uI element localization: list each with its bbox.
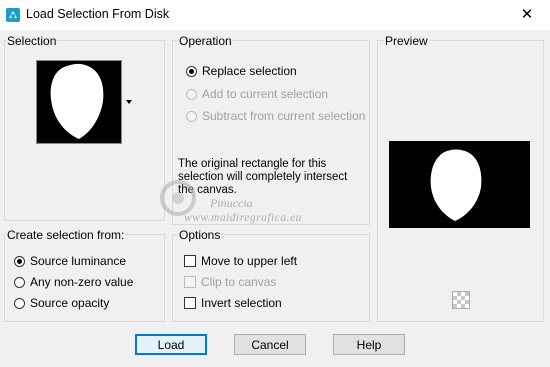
create-from-group-label: Create selection from:	[6, 228, 126, 242]
close-icon: ✕	[520, 6, 534, 23]
radio-add-to-selection[interactable]: Add to current selection	[186, 87, 328, 101]
close-button[interactable]: ✕	[504, 0, 550, 30]
selection-thumbnail[interactable]	[36, 60, 122, 144]
info-line: selection will completely intersect	[178, 171, 348, 183]
options-group-label: Options	[178, 228, 222, 242]
radio-label: Replace selection	[202, 64, 297, 78]
checkbox-indicator	[184, 276, 196, 288]
radio-label: Any non-zero value	[30, 275, 134, 289]
radio-indicator	[186, 88, 197, 100]
preview-image	[389, 141, 530, 228]
radio-source-opacity[interactable]: Source opacity	[14, 296, 109, 310]
checkbox-indicator	[184, 297, 196, 309]
load-button[interactable]: Load	[135, 334, 207, 355]
help-button[interactable]: Help	[333, 334, 405, 355]
operation-info-text: The original rectangle for this selectio…	[178, 158, 368, 197]
radio-indicator	[14, 276, 25, 288]
title-bar: Load Selection From Disk ✕	[0, 0, 550, 30]
radio-source-luminance[interactable]: Source luminance	[14, 254, 126, 268]
preview-group-label: Preview	[384, 34, 429, 48]
cancel-button[interactable]: Cancel	[234, 334, 306, 355]
info-line: the canvas.	[178, 184, 237, 196]
app-icon	[6, 8, 20, 22]
preview-shape-image	[430, 149, 482, 221]
operation-group-label: Operation	[178, 34, 233, 48]
radio-indicator	[186, 110, 197, 122]
window-title: Load Selection From Disk	[26, 7, 170, 21]
checkbox-clip-to-canvas[interactable]: Clip to canvas	[184, 275, 276, 289]
radio-indicator	[14, 255, 25, 267]
radio-any-non-zero[interactable]: Any non-zero value	[14, 275, 133, 289]
thumbnail-dropdown-icon[interactable]	[126, 100, 132, 104]
radio-subtract-from-selection[interactable]: Subtract from current selection	[186, 109, 365, 123]
radio-label: Source opacity	[30, 296, 110, 310]
radio-label: Source luminance	[30, 254, 127, 268]
radio-indicator	[186, 65, 197, 77]
checkbox-indicator	[184, 255, 196, 267]
checkbox-invert-selection[interactable]: Invert selection	[184, 296, 282, 310]
checkbox-label: Invert selection	[201, 296, 282, 310]
checkbox-move-to-upper-left[interactable]: Move to upper left	[184, 254, 297, 268]
selection-group-label: Selection	[6, 34, 58, 48]
radio-indicator	[14, 297, 25, 309]
radio-replace-selection[interactable]: Replace selection	[186, 64, 297, 78]
checkbox-label: Clip to canvas	[201, 275, 277, 289]
selection-shape-image	[50, 63, 104, 139]
info-line: The original rectangle for this	[178, 158, 327, 170]
transparency-checker-icon[interactable]	[452, 291, 470, 309]
checkbox-label: Move to upper left	[201, 254, 298, 268]
radio-label: Add to current selection	[202, 87, 329, 101]
radio-label: Subtract from current selection	[202, 109, 366, 123]
